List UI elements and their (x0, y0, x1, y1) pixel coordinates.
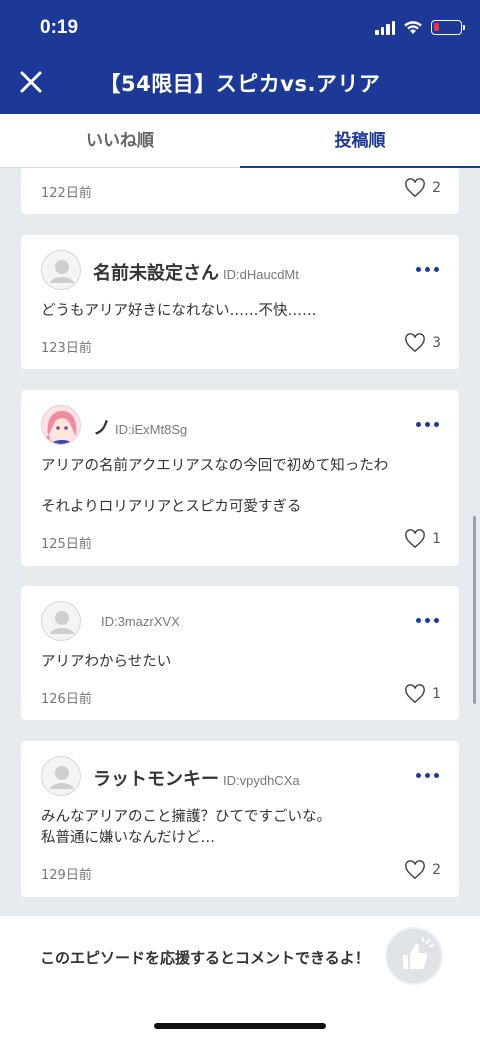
user-id: ID:iExMt8Sg (115, 422, 188, 437)
scrollbar[interactable] (473, 516, 476, 704)
more-options-button[interactable] (416, 261, 439, 278)
like-count: 1 (432, 531, 441, 547)
comment-text-line2: 私普通に嫌いなんだけど… (41, 830, 215, 846)
comment-username: 名前未設定さん ID:dHaucdMt (93, 259, 299, 285)
comment-date: 126日前 (41, 692, 92, 707)
more-options-button[interactable] (416, 612, 439, 629)
comment-text-line1: アリアの名前アクエリアスなの今回で初めて知ったわ (41, 458, 389, 474)
page-title: 【54限目】スピカvs.アリア (99, 72, 381, 96)
avatar[interactable] (41, 250, 81, 290)
avatar[interactable] (41, 756, 81, 796)
tab-post-order[interactable]: 投稿順 (240, 114, 480, 168)
status-time: 0:19 (40, 17, 79, 38)
heart-icon (405, 860, 425, 880)
comment-date: 129日前 (41, 868, 92, 883)
comment-text: アリアわからせたい (41, 654, 172, 670)
cellular-signal-icon (375, 20, 395, 35)
comment-date: 123日前 (41, 341, 92, 356)
wifi-icon (404, 21, 422, 34)
heart-icon (405, 333, 425, 353)
anime-girl-avatar-icon (42, 406, 80, 444)
close-icon (20, 71, 42, 93)
comment-card: 122日前 2 (21, 168, 459, 214)
user-id: ID:3mazrXVX (101, 614, 180, 629)
sort-tabs: いいね順 投稿順 (0, 114, 480, 168)
heart-icon (405, 529, 425, 549)
comment-list[interactable]: 122日前 2 名前未設定さん ID:dHaucdMt どうもアリア好きになれない… (0, 168, 480, 916)
comment-username: ID:3mazrXVX (97, 610, 180, 631)
avatar[interactable] (41, 601, 81, 641)
like-count: 1 (432, 686, 441, 702)
user-id: ID:vpydhCXa (223, 773, 300, 788)
like-button[interactable]: 1 (404, 684, 441, 704)
comment-date: 122日前 (41, 186, 92, 201)
like-count: 2 (432, 180, 441, 196)
comment-card: ラットモンキー ID:vpydhCXa みんなアリアのこと擁護？ひてですごいな。 … (21, 741, 459, 897)
battery-icon (431, 20, 465, 35)
tab-likes-order[interactable]: いいね順 (0, 114, 240, 167)
comment-card: 名前未設定さん ID:dHaucdMt どうもアリア好きになれない……不快…… 1… (21, 235, 459, 369)
like-count: 2 (432, 862, 441, 878)
user-id: ID:dHaucdMt (223, 267, 299, 282)
comment-username: ラットモンキー ID:vpydhCXa (93, 765, 300, 791)
comment-footer: このエピソードを応援するとコメントできるよ！ (0, 916, 480, 1040)
comment-text-line1: みんなアリアのこと擁護？ひてですごいな。 (41, 809, 331, 825)
like-button[interactable]: 2 (404, 178, 441, 198)
like-count: 3 (432, 335, 441, 351)
cheer-button[interactable] (385, 927, 443, 985)
thumbs-up-icon (403, 937, 434, 969)
like-button[interactable]: 3 (404, 333, 441, 353)
status-icons (375, 20, 465, 35)
comment-card: ID:3mazrXVX アリアわからせたい 126日前 1 (21, 586, 459, 720)
default-avatar-icon (50, 611, 74, 634)
avatar[interactable] (41, 405, 81, 445)
username-text: 名前未設定さん (93, 263, 219, 284)
app-header: 0:19 【54限目】スピカvs.アリア (0, 0, 480, 114)
home-indicator (154, 1023, 326, 1029)
heart-icon (405, 178, 425, 198)
default-avatar-icon (50, 260, 74, 283)
more-options-button[interactable] (416, 767, 439, 784)
username-text: ラットモンキー (93, 769, 219, 790)
username-text: ノ (93, 418, 111, 439)
comment-text-line2: それよりロリアリアとスピカ可愛すぎる (41, 499, 302, 515)
close-button[interactable] (16, 67, 46, 97)
cheer-prompt: このエピソードを応援するとコメントできるよ！ (40, 949, 370, 967)
more-options-button[interactable] (416, 416, 439, 433)
comment-date: 125日前 (41, 537, 92, 552)
heart-icon (405, 684, 425, 704)
comment-card: ノ ID:iExMt8Sg アリアの名前アクエリアスなの今回で初めて知ったわ それ… (21, 390, 459, 566)
comment-username: ノ ID:iExMt8Sg (93, 414, 187, 440)
like-button[interactable]: 1 (404, 529, 441, 549)
default-avatar-icon (50, 766, 74, 789)
comment-text: どうもアリア好きになれない……不快…… (41, 303, 317, 319)
like-button[interactable]: 2 (404, 860, 441, 880)
